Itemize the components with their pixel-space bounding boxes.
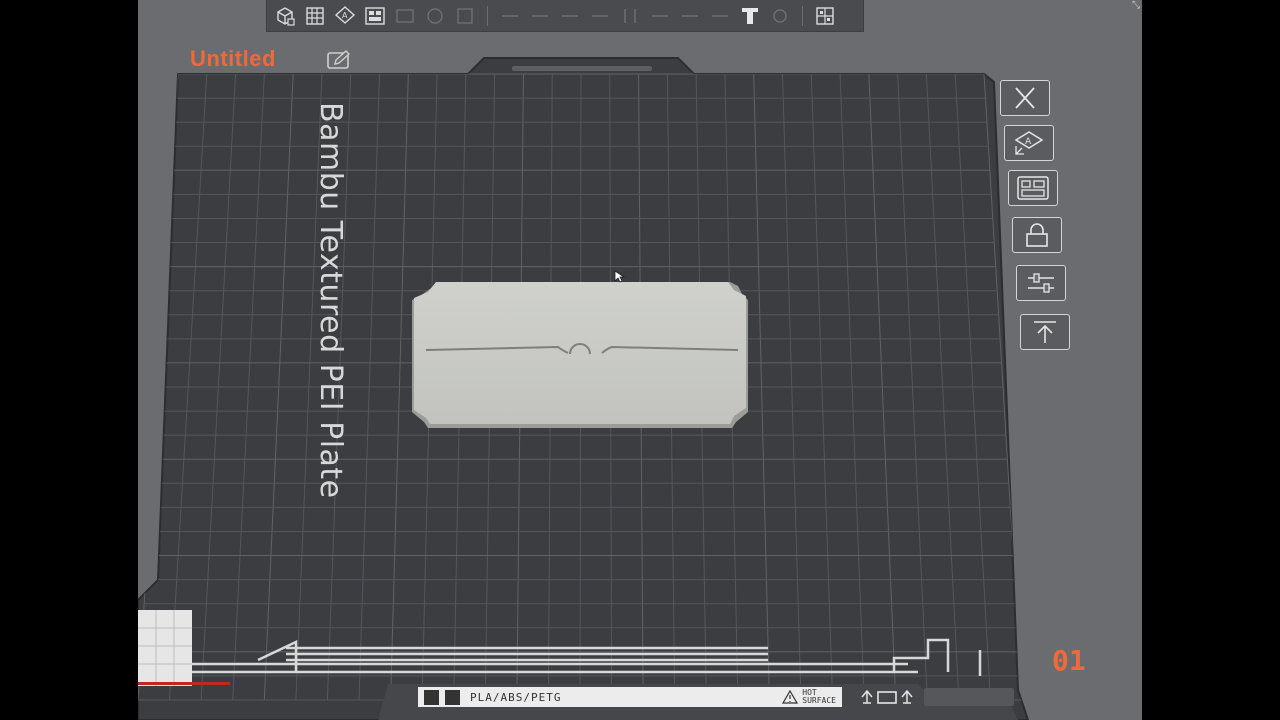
lock-icon — [1026, 223, 1048, 247]
disabled-tool-7[interactable] — [586, 2, 614, 30]
disabled-tool-8[interactable] — [616, 2, 644, 30]
arrange-icon — [1017, 176, 1049, 200]
svg-text:A: A — [342, 11, 348, 20]
tool-icon — [457, 7, 473, 24]
warning-triangle-icon — [782, 690, 799, 704]
model-object — [412, 282, 748, 428]
disabled-tool-5[interactable] — [526, 2, 554, 30]
settings-sliders-icon — [1028, 273, 1054, 293]
move-plate-top-button[interactable] — [1020, 314, 1070, 350]
plate-info-strip: PLA/ABS/PETG HOT SURFACE — [418, 687, 842, 707]
auto-orient-icon: A — [334, 5, 356, 24]
tool-icon — [773, 8, 787, 23]
top-toolbar: A — [266, 0, 864, 32]
build-plate[interactable] — [138, 0, 1142, 720]
arrange-button[interactable] — [361, 2, 389, 30]
bambu-logo-icon — [424, 689, 439, 705]
text-icon — [742, 7, 758, 24]
tool-icon — [592, 14, 608, 17]
auto-orient-icon: A — [1014, 131, 1044, 155]
delete-plate-button[interactable] — [1000, 80, 1050, 116]
toolbar-separator — [802, 5, 803, 26]
plate-type-label: Bambu Textured PEI Plate — [313, 102, 348, 499]
assembly-button[interactable] — [811, 2, 839, 30]
grid-icon — [306, 6, 324, 25]
mouse-cursor-icon — [614, 270, 626, 283]
tool-icon — [682, 14, 698, 17]
orient-plate-button[interactable]: A — [1004, 125, 1054, 161]
tool-icon — [562, 14, 578, 17]
disabled-tool-1[interactable] — [391, 2, 419, 30]
disabled-tool-3[interactable] — [451, 2, 479, 30]
filament-types: PLA/ABS/PETG — [470, 690, 562, 704]
toolbar-separator — [487, 5, 488, 26]
assembly-icon — [816, 6, 834, 25]
3d-viewport[interactable]: A Untitled Bambu Textured PEI Plate A 01… — [138, 0, 1142, 720]
disabled-tool-10[interactable] — [676, 2, 704, 30]
plate-orientation-icons — [861, 689, 913, 704]
disabled-tool-11[interactable] — [706, 2, 734, 30]
grid-button[interactable] — [301, 2, 329, 30]
move-top-icon — [1034, 321, 1056, 343]
project-title: Untitled — [190, 46, 276, 71]
tool-icon — [502, 14, 518, 17]
tool-icon — [532, 14, 548, 17]
qr-code-icon — [445, 689, 460, 705]
arrange-plate-button[interactable] — [1008, 170, 1058, 206]
tool-icon — [624, 8, 636, 23]
svg-text:A: A — [1025, 137, 1032, 147]
disabled-tool-12[interactable] — [766, 2, 794, 30]
tool-icon — [712, 14, 728, 17]
add-cube-icon — [277, 6, 295, 26]
disabled-tool-4[interactable] — [496, 2, 524, 30]
tool-icon — [427, 7, 443, 24]
collapse-icon[interactable]: ⤡ — [1132, 0, 1142, 14]
add-cube-button[interactable] — [271, 2, 299, 30]
rename-edit-icon[interactable] — [327, 50, 351, 70]
disabled-tool-2[interactable] — [421, 2, 449, 30]
tool-icon — [652, 14, 668, 17]
plate-settings-button[interactable] — [1016, 265, 1066, 301]
hot-surface-warning: HOT SURFACE — [782, 689, 836, 705]
auto-orient-button[interactable]: A — [331, 2, 359, 30]
text-tool-button[interactable] — [736, 2, 764, 30]
close-icon — [1015, 87, 1035, 109]
lock-plate-button[interactable] — [1012, 217, 1062, 253]
disabled-tool-9[interactable] — [646, 2, 674, 30]
plate-number[interactable]: 01 — [1052, 644, 1086, 677]
disabled-tool-6[interactable] — [556, 2, 584, 30]
tool-icon — [396, 8, 414, 23]
arrange-icon — [365, 6, 385, 25]
plate-handle — [512, 66, 652, 71]
